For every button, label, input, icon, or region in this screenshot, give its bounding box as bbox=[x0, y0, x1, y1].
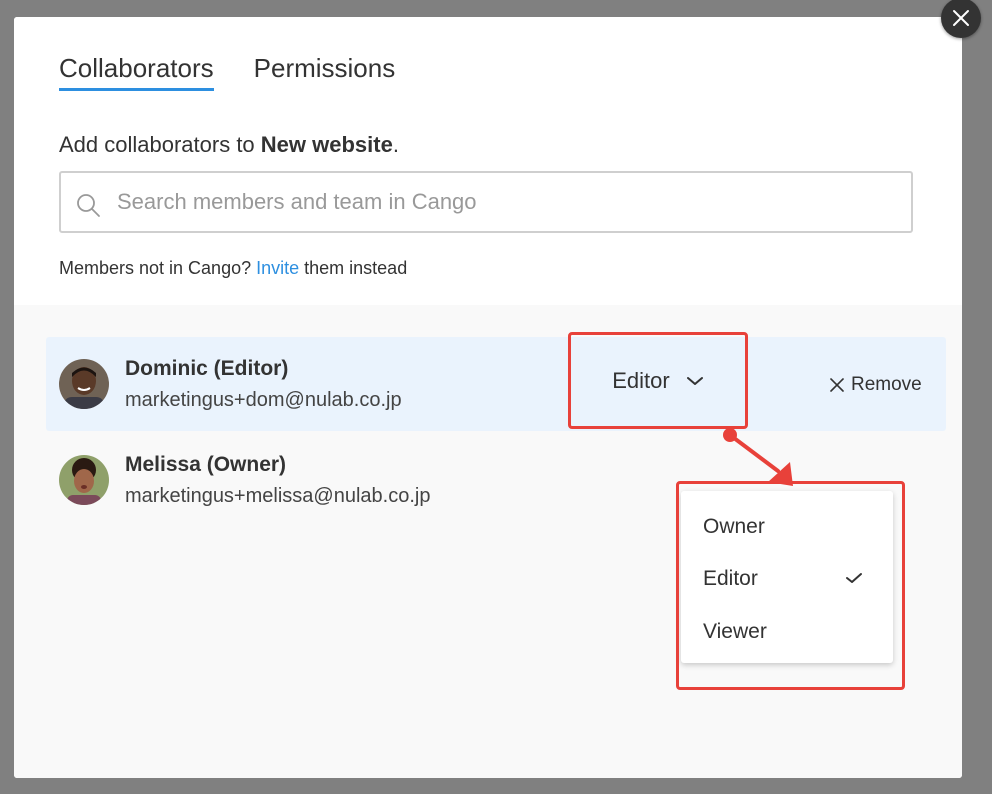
intro-suffix: . bbox=[392, 132, 399, 157]
tab-permissions[interactable]: Permissions bbox=[254, 53, 396, 91]
role-select-value: Editor bbox=[612, 368, 670, 393]
project-name: New website bbox=[260, 132, 393, 157]
invite-note: Members not in Cango? Invite them instea… bbox=[59, 258, 407, 279]
remove-button[interactable]: Remove bbox=[829, 374, 922, 396]
close-icon bbox=[953, 10, 969, 26]
search-input[interactable] bbox=[115, 188, 879, 216]
avatar bbox=[59, 455, 109, 505]
close-button[interactable] bbox=[941, 0, 981, 38]
tab-collaborators[interactable]: Collaborators bbox=[59, 53, 214, 91]
intro-prefix: Add collaborators to bbox=[59, 132, 261, 157]
search-box bbox=[59, 171, 913, 233]
chevron-down-icon bbox=[686, 377, 703, 385]
avatar bbox=[59, 359, 109, 409]
collaborator-name: Dominic (Editor) bbox=[125, 357, 289, 380]
collaborator-name: Melissa (Owner) bbox=[125, 453, 287, 476]
collaborator-row: Dominic (Editor) marketingus+dom@nulab.c… bbox=[46, 337, 946, 431]
role-dropdown-menu: Owner Editor Viewer bbox=[681, 491, 893, 663]
collaborators-dialog: Collaborators Permissions Add collaborat… bbox=[14, 17, 962, 778]
invite-link[interactable]: Invite bbox=[256, 258, 299, 278]
role-select[interactable]: Editor bbox=[570, 334, 746, 428]
dialog-tabs: Collaborators Permissions bbox=[59, 53, 395, 91]
remove-label: Remove bbox=[851, 374, 922, 395]
collaborator-email: marketingus+dom@nulab.co.jp bbox=[125, 389, 402, 411]
dialog-intro: Add collaborators to New website. bbox=[59, 132, 399, 158]
collaborator-email: marketingus+melissa@nulab.co.jp bbox=[125, 485, 431, 507]
invite-note-suffix: them instead bbox=[299, 258, 408, 278]
role-option-owner[interactable]: Owner bbox=[703, 515, 873, 539]
check-icon bbox=[846, 573, 862, 583]
role-option-viewer[interactable]: Viewer bbox=[703, 620, 873, 644]
search-icon bbox=[77, 194, 100, 217]
invite-note-prefix: Members not in Cango? bbox=[59, 258, 257, 278]
x-icon bbox=[830, 378, 844, 392]
